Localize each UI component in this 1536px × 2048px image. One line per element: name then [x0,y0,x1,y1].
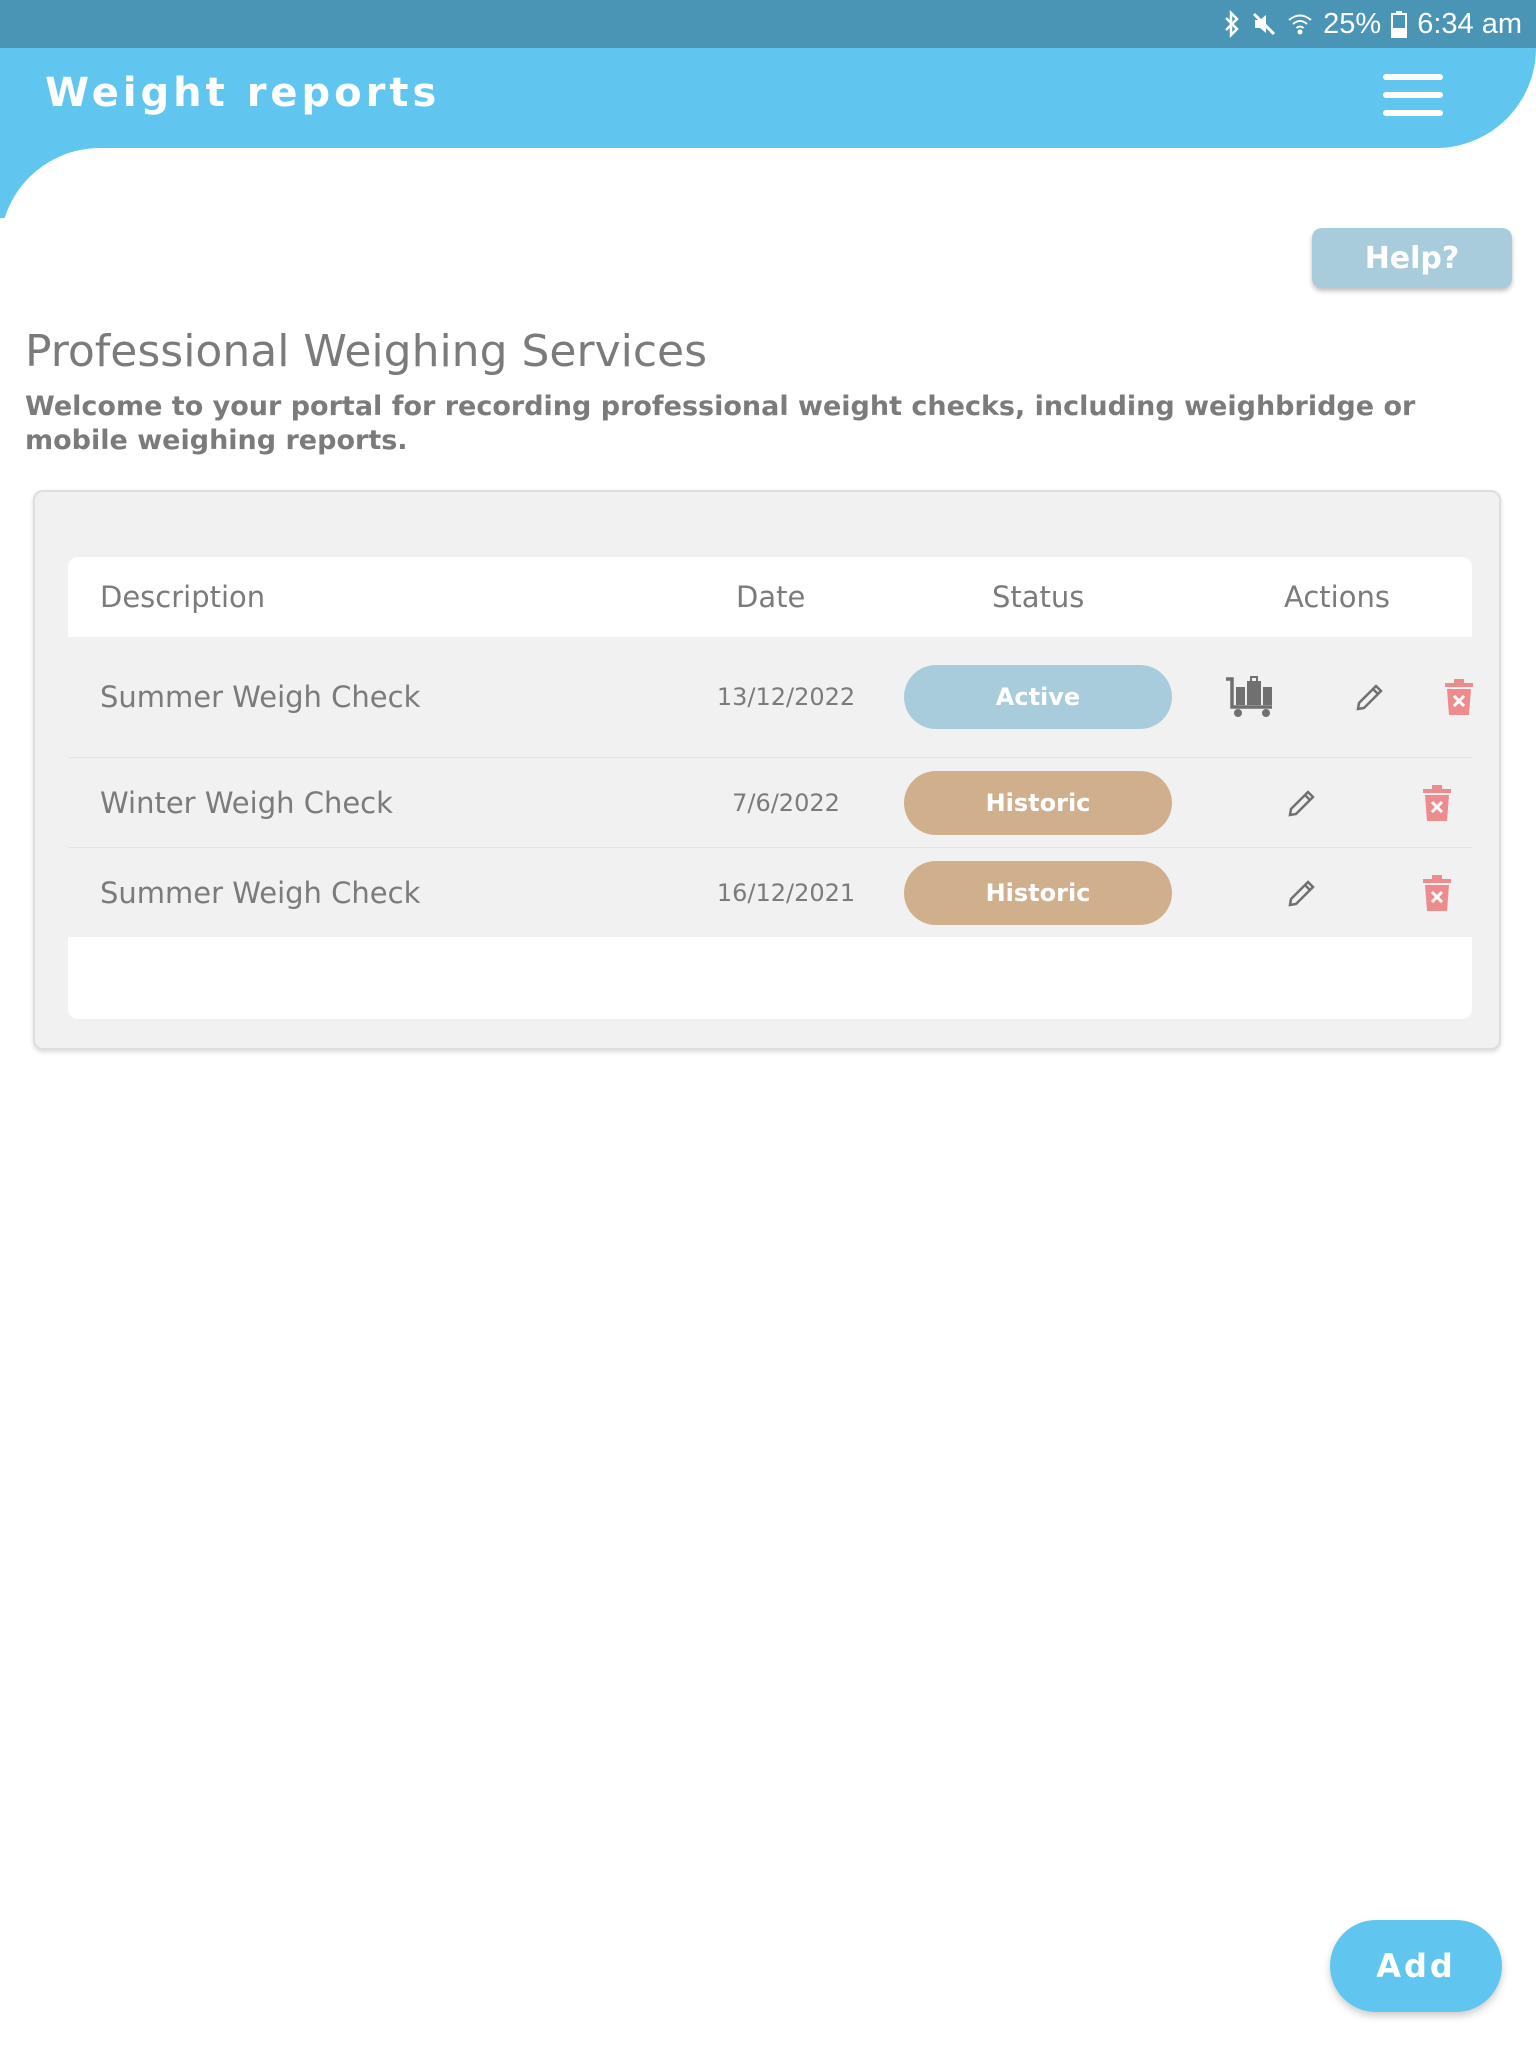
row-date: 13/12/2022 [716,683,856,711]
status-badge[interactable]: Active [904,665,1172,729]
table-row[interactable]: Summer Weigh Check 16/12/2021 Historic [68,848,1472,937]
battery-percent: 25% [1323,7,1382,40]
status-badge[interactable]: Historic [904,860,1172,925]
wifi-icon [1287,12,1313,36]
column-header-status: Status [992,580,1085,614]
table-row[interactable]: Summer Weigh Check 13/12/2022 Active [68,637,1474,758]
status-bar: 25% 6:34 am [0,0,1536,48]
table-row[interactable]: Winter Weigh Check 7/6/2022 Historic [68,758,1472,848]
row-description: Summer Weigh Check [100,875,421,910]
reports-table: Description Date Status Actions Summer W… [68,557,1474,1019]
column-header-date: Date [736,580,806,614]
battery-icon [1391,10,1408,38]
trash-icon[interactable] [1444,678,1474,716]
app-header: Weight reports [0,48,1536,148]
row-date: 16/12/2021 [716,878,856,907]
table-header: Description Date Status Actions [68,557,1472,637]
pencil-icon[interactable] [1354,681,1386,713]
app-title: Weight reports [45,70,441,116]
pencil-icon[interactable] [1286,877,1318,909]
status-badge[interactable]: Historic [904,770,1172,835]
page-subtitle: Welcome to your portal for recording pro… [25,391,1416,456]
page-title: Professional Weighing Services [25,326,708,377]
hamburger-menu-icon[interactable] [1378,74,1448,124]
add-button[interactable]: Add [1330,1920,1502,2012]
column-header-description: Description [100,580,266,614]
help-button[interactable]: Help? [1312,228,1512,288]
pencil-icon[interactable] [1286,787,1318,819]
column-header-actions: Actions [1284,580,1390,614]
header-curve [0,148,100,218]
mute-icon [1251,11,1277,37]
trash-icon[interactable] [1422,874,1452,912]
row-description: Summer Weigh Check [100,680,421,714]
row-date: 7/6/2022 [732,788,840,817]
trash-icon[interactable] [1422,784,1452,822]
row-description: Winter Weigh Check [100,785,393,820]
bluetooth-icon [1223,10,1241,38]
table-footer [68,937,1472,1019]
luggage-trolley-icon[interactable] [1224,675,1276,719]
reports-card: Description Date Status Actions Summer W… [33,490,1501,1050]
clock: 6:34 am [1417,7,1522,40]
